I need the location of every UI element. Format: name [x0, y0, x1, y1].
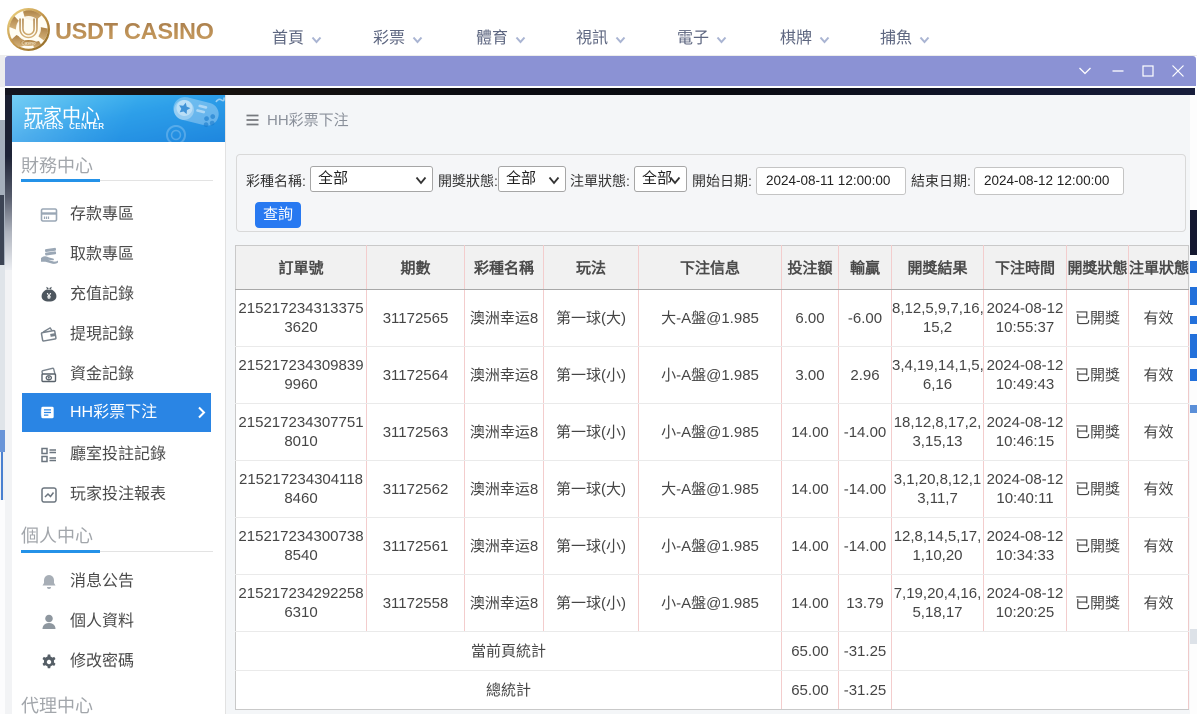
svg-text:Casino: Casino	[21, 41, 36, 46]
svg-text:¥: ¥	[47, 292, 52, 301]
